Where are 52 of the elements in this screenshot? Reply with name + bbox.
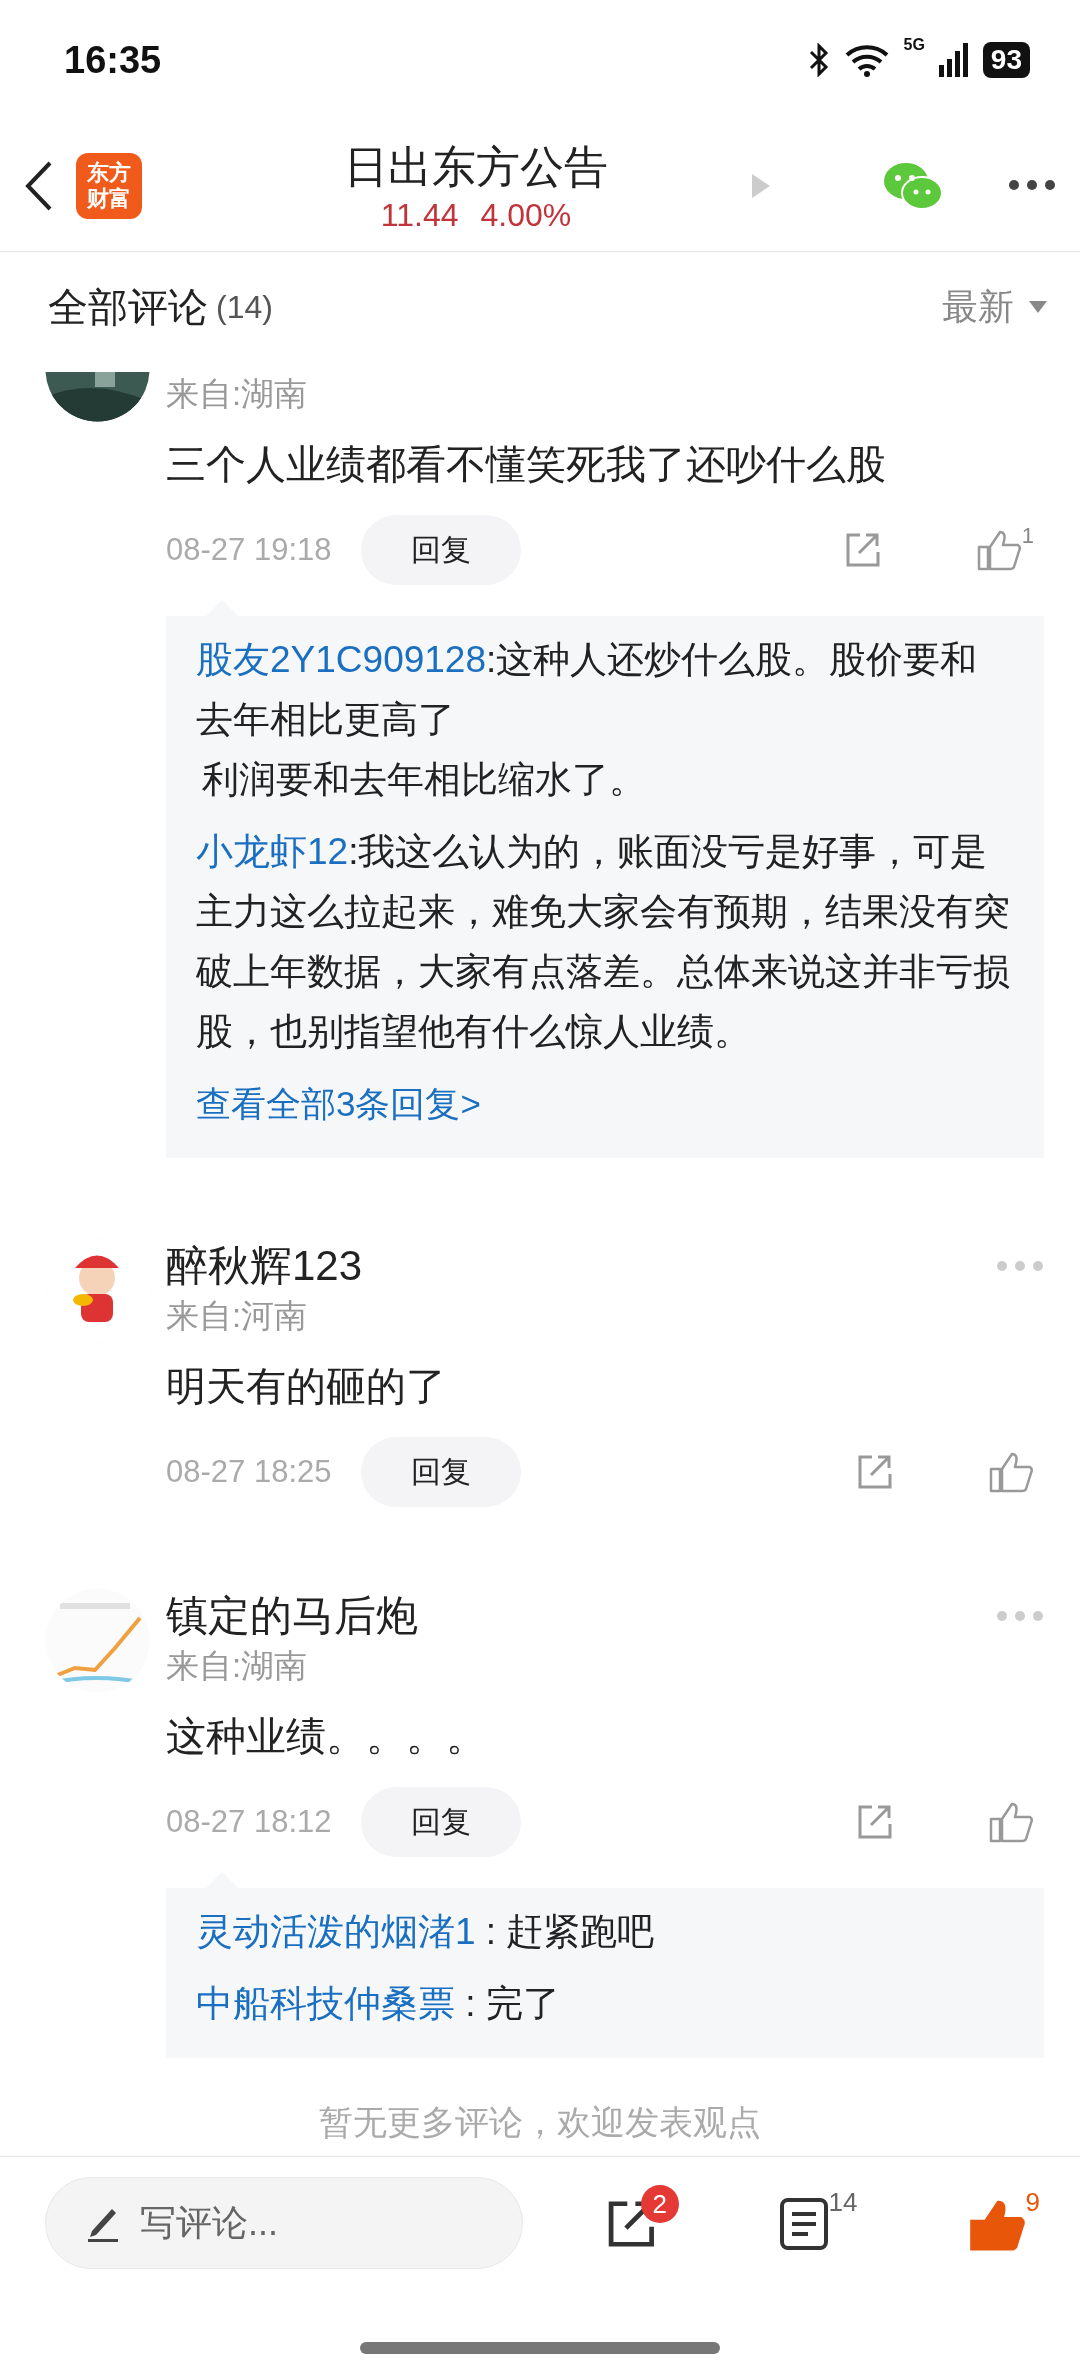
reply-text: 灵动活泼的烟渚1 : 赶紧跑吧 <box>196 1910 656 1954</box>
reply-text: 利润要和去年相比缩水了。 <box>202 758 647 802</box>
app-logo: 东方 财富 <box>76 152 142 219</box>
more-icon[interactable] <box>1008 178 1056 191</box>
end-note: 暂无更多评论，欢迎发表观点 <box>318 2102 762 2143</box>
sort-dropdown[interactable]: 最新 <box>942 282 1014 332</box>
user-link[interactable]: 中船科技仲桑票 <box>196 1983 455 2024</box>
back-icon[interactable] <box>24 159 54 212</box>
comment-time: 08-27 18:12 <box>166 1804 332 1840</box>
thumbs-up-icon <box>975 529 1022 571</box>
user-name[interactable]: 醉秋辉123 <box>166 1238 363 1294</box>
comment-time: 08-27 19:18 <box>166 532 332 568</box>
thumbs-up-icon <box>988 1801 1034 1843</box>
user-name[interactable]: 镇定的马后炮 <box>166 1588 418 1644</box>
network-label: 5G <box>903 36 925 54</box>
reply-text: 中船科技仲桑票 : 完了 <box>196 1982 561 2026</box>
stock-price: 11.44 <box>380 196 459 234</box>
location-text: 来自:河南 <box>166 1296 309 1336</box>
share-button[interactable]: 2 <box>602 2185 679 2251</box>
dropdown-icon[interactable] <box>1028 300 1048 314</box>
like-button[interactable]: 1 <box>975 529 1034 571</box>
like-button[interactable] <box>988 1451 1034 1493</box>
comment-time: 08-27 18:25 <box>166 1454 332 1490</box>
user-link[interactable]: 灵动活泼的烟渚1 <box>196 1911 476 1952</box>
reply-button[interactable]: 回复 <box>361 1437 522 1507</box>
reply-button[interactable]: 回复 <box>361 1787 522 1857</box>
list-icon <box>778 2197 829 2251</box>
location-text: 来自:湖南 <box>166 1646 309 1686</box>
battery-level: 93 <box>982 42 1030 78</box>
section-title: 全部评论 <box>48 283 208 331</box>
user-link[interactable]: 股友2Y1C909128 <box>196 639 487 680</box>
location-text: 来自:湖南 <box>166 374 309 414</box>
reply-text: 股友2Y1C909128:这种人还炒什么股。股价要和去年相比更高了 <box>196 638 979 742</box>
status-time: 16:35 <box>64 38 162 82</box>
wifi-icon <box>843 43 890 77</box>
price-change: 4.00% <box>480 196 572 234</box>
comment-count: (14) <box>216 288 273 326</box>
comment-text: 明天有的砸的了 <box>166 1363 447 1410</box>
thumbs-up-icon <box>988 1451 1034 1493</box>
reply-button[interactable]: 回复 <box>361 515 522 585</box>
play-icon[interactable] <box>750 171 772 200</box>
view-replies-link[interactable]: 查看全部3条回复> <box>196 1074 1014 1134</box>
user-link[interactable]: 小龙虾12 <box>196 831 349 872</box>
comment-text: 这种业绩。。。。 <box>166 1713 487 1760</box>
like-button[interactable] <box>988 1801 1034 1843</box>
signal-icon <box>938 43 969 77</box>
comment-text: 三个人业绩都看不懂笑死我了还吵什么股 <box>166 441 887 488</box>
stock-title: 日出东方公告 <box>344 140 608 193</box>
comment-input[interactable]: 写评论... <box>45 2177 523 2269</box>
bluetooth-icon <box>807 43 830 77</box>
chat-icon[interactable] <box>882 160 944 211</box>
reply-text: 小龙虾12:我这么认为的，账面没亏是好事，可是主力这么拉起来，难免大家会有预期，结果没有突破上年数据，大家有点落差。总体来说这并非亏损股，也别指望他有什么惊人业绩。 <box>196 830 1011 1054</box>
